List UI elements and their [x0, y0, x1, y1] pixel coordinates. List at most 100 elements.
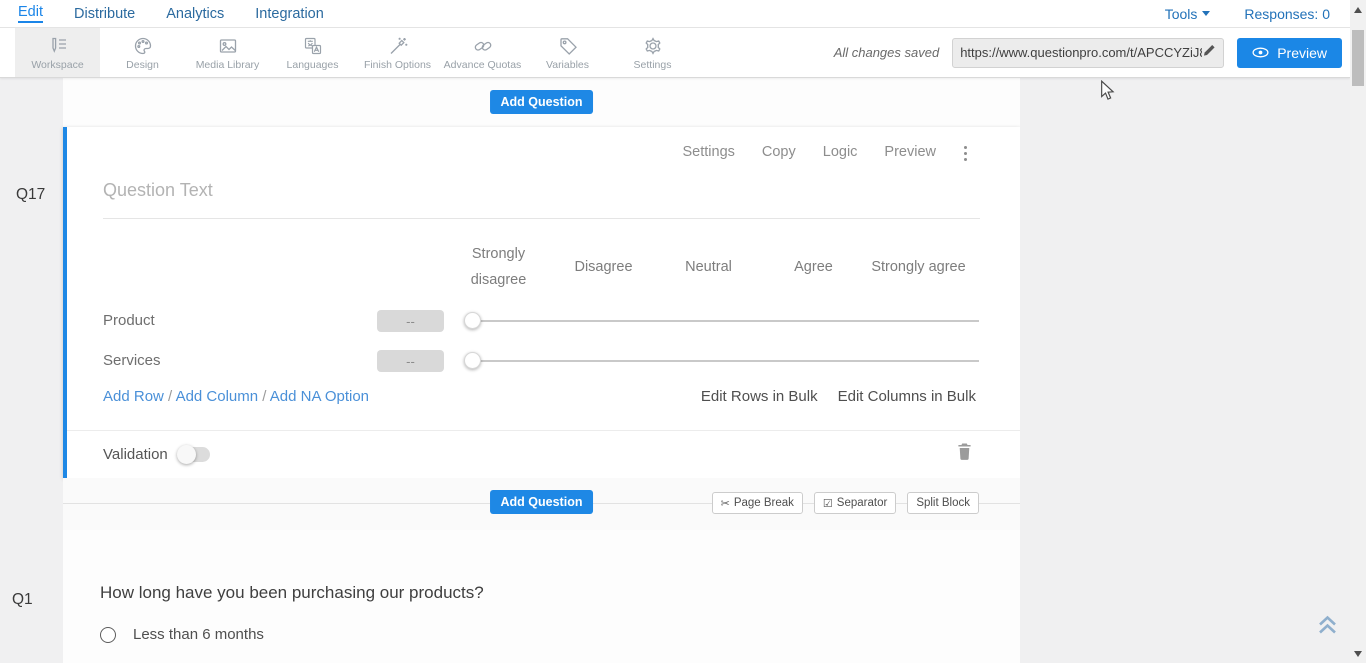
- toolbar-item-finish-options[interactable]: Finish Options: [355, 28, 440, 77]
- preview-button[interactable]: Preview: [1237, 38, 1342, 68]
- slider-track[interactable]: [466, 320, 979, 322]
- page-break-button[interactable]: ✂ Page Break: [712, 492, 803, 514]
- toolbar-items: Workspace Design Media L: [15, 28, 695, 77]
- toolbar-item-label: Design: [126, 59, 159, 71]
- scrollbar-thumb[interactable]: [1352, 30, 1364, 86]
- question-text-input[interactable]: Question Text: [103, 180, 980, 219]
- edit-url-pencil-icon[interactable]: [1202, 43, 1216, 62]
- slider-value-badge: --: [377, 350, 444, 372]
- q1-option-row[interactable]: Less than 6 months: [100, 626, 264, 643]
- question-number-rail: Q17 Q1: [0, 78, 63, 663]
- toolbar-item-languages[interactable]: Languages: [270, 28, 355, 77]
- save-status-text: All changes saved: [834, 45, 940, 60]
- question-card-q17[interactable]: Settings Copy Logic Preview Question Tex…: [63, 127, 1020, 478]
- add-question-strip-top: Add Question: [63, 78, 1020, 127]
- add-question-button-top[interactable]: Add Question: [490, 90, 594, 114]
- scale-column-agree[interactable]: Agree: [761, 239, 866, 295]
- scale-column-disagree[interactable]: Disagree: [551, 239, 656, 295]
- add-column-link[interactable]: Add Column: [176, 388, 259, 405]
- chain-link-icon: [472, 35, 494, 57]
- page-break-label: Page Break: [734, 497, 794, 509]
- slider-value-badge: --: [377, 310, 444, 332]
- tag-icon: [557, 35, 579, 57]
- kebab-menu-icon[interactable]: [964, 146, 967, 161]
- toolbar-item-design[interactable]: Design: [100, 28, 185, 77]
- edit-columns-in-bulk-link[interactable]: Edit Columns in Bulk: [838, 388, 976, 405]
- nav-tabs: Edit Distribute Analytics Integration: [0, 4, 324, 23]
- nav-tab-integration[interactable]: Integration: [255, 6, 324, 22]
- gear-icon: [642, 35, 664, 57]
- add-question-button-between[interactable]: Add Question: [490, 490, 594, 514]
- survey-url-text: https://www.questionpro.com/t/APCCYZiJ8: [960, 45, 1202, 60]
- validation-label: Validation: [103, 446, 168, 463]
- image-icon: [217, 35, 239, 57]
- slider-thumb[interactable]: [464, 312, 481, 329]
- questionpro-survey-editor: Edit Distribute Analytics Integration To…: [0, 0, 1366, 663]
- tools-label: Tools: [1165, 6, 1198, 22]
- scrollbar-up-arrow[interactable]: [1354, 7, 1362, 13]
- add-row-link[interactable]: Add Row: [103, 388, 164, 405]
- right-gutter: [1020, 78, 1350, 663]
- magic-wand-icon: [387, 35, 409, 57]
- toolbar-item-label: Workspace: [31, 59, 83, 71]
- toolbar-right: All changes saved https://www.questionpr…: [834, 28, 1350, 77]
- nav-right: Tools Responses: 0: [1165, 6, 1350, 22]
- matrix-row-label-services[interactable]: Services: [103, 352, 161, 369]
- matrix-row-label-product[interactable]: Product: [103, 312, 155, 329]
- scrollbar-down-arrow[interactable]: [1354, 651, 1362, 657]
- nav-tab-distribute[interactable]: Distribute: [74, 6, 135, 22]
- add-question-strip-between: Add Question ✂ Page Break ☑ Separator Sp…: [63, 478, 1020, 530]
- survey-canvas: Add Question Settings Copy Logic Preview…: [63, 78, 1020, 663]
- scale-column-strongly-agree[interactable]: Strongly agree: [866, 239, 971, 295]
- vertical-scrollbar[interactable]: [1350, 0, 1366, 663]
- bulk-edit-links: Edit Rows in Bulk Edit Columns in Bulk: [701, 388, 976, 405]
- slider-thumb[interactable]: [464, 352, 481, 369]
- scissors-icon: ✂: [721, 497, 730, 510]
- split-block-button[interactable]: Split Block: [907, 492, 979, 514]
- question-id-q17: Q17: [16, 186, 45, 204]
- toolbar-item-label: Languages: [287, 59, 339, 71]
- workspace-icon: [47, 35, 69, 57]
- toolbar-item-label: Settings: [634, 59, 672, 71]
- split-block-label: Split Block: [916, 497, 970, 509]
- question-logic-button[interactable]: Logic: [823, 144, 858, 160]
- question-id-q1: Q1: [12, 591, 33, 609]
- translate-icon: [302, 35, 324, 57]
- toolbar-item-settings[interactable]: Settings: [610, 28, 695, 77]
- scale-column-strongly-disagree[interactable]: Strongly disagree: [446, 239, 551, 295]
- radio-button-icon[interactable]: [100, 627, 116, 643]
- nav-tab-edit[interactable]: Edit: [18, 4, 43, 23]
- validation-toggle[interactable]: [178, 447, 210, 462]
- survey-url-field[interactable]: https://www.questionpro.com/t/APCCYZiJ8: [952, 38, 1224, 68]
- delete-question-trash-icon[interactable]: [957, 442, 972, 464]
- question-card-q1[interactable]: How long have you been purchasing our pr…: [63, 530, 1020, 663]
- question-preview-button[interactable]: Preview: [884, 144, 936, 160]
- separator-label: Separator: [837, 497, 888, 509]
- add-na-option-link[interactable]: Add NA Option: [270, 388, 369, 405]
- insert-buttons: ✂ Page Break ☑ Separator Split Block: [712, 492, 979, 514]
- row-column-links: Add Row / Add Column / Add NA Option: [103, 388, 369, 405]
- edit-rows-in-bulk-link[interactable]: Edit Rows in Bulk: [701, 388, 818, 405]
- card-divider: [67, 430, 1020, 431]
- scroll-to-top-chevrons-icon[interactable]: [1316, 613, 1339, 642]
- nav-tab-analytics[interactable]: Analytics: [166, 6, 224, 22]
- toolbar-item-media-library[interactable]: Media Library: [185, 28, 270, 77]
- toggle-knob: [177, 445, 196, 464]
- eye-icon: [1252, 45, 1269, 61]
- q1-title[interactable]: How long have you been purchasing our pr…: [100, 583, 484, 603]
- tools-menu[interactable]: Tools: [1165, 6, 1211, 22]
- toolbar-item-label: Variables: [546, 59, 589, 71]
- question-card-menu: Settings Copy Logic Preview: [682, 144, 936, 160]
- toolbar-item-advance-quotas[interactable]: Advance Quotas: [440, 28, 525, 77]
- responses-count[interactable]: Responses: 0: [1244, 6, 1330, 22]
- top-nav: Edit Distribute Analytics Integration To…: [0, 0, 1350, 28]
- slider-track[interactable]: [466, 360, 979, 362]
- q1-option-label: Less than 6 months: [133, 626, 264, 643]
- scale-column-neutral[interactable]: Neutral: [656, 239, 761, 295]
- question-copy-button[interactable]: Copy: [762, 144, 796, 160]
- toolbar-item-label: Media Library: [196, 59, 260, 71]
- toolbar-item-workspace[interactable]: Workspace: [15, 28, 100, 77]
- separator-button[interactable]: ☑ Separator: [814, 492, 896, 514]
- question-settings-button[interactable]: Settings: [682, 144, 734, 160]
- toolbar-item-variables[interactable]: Variables: [525, 28, 610, 77]
